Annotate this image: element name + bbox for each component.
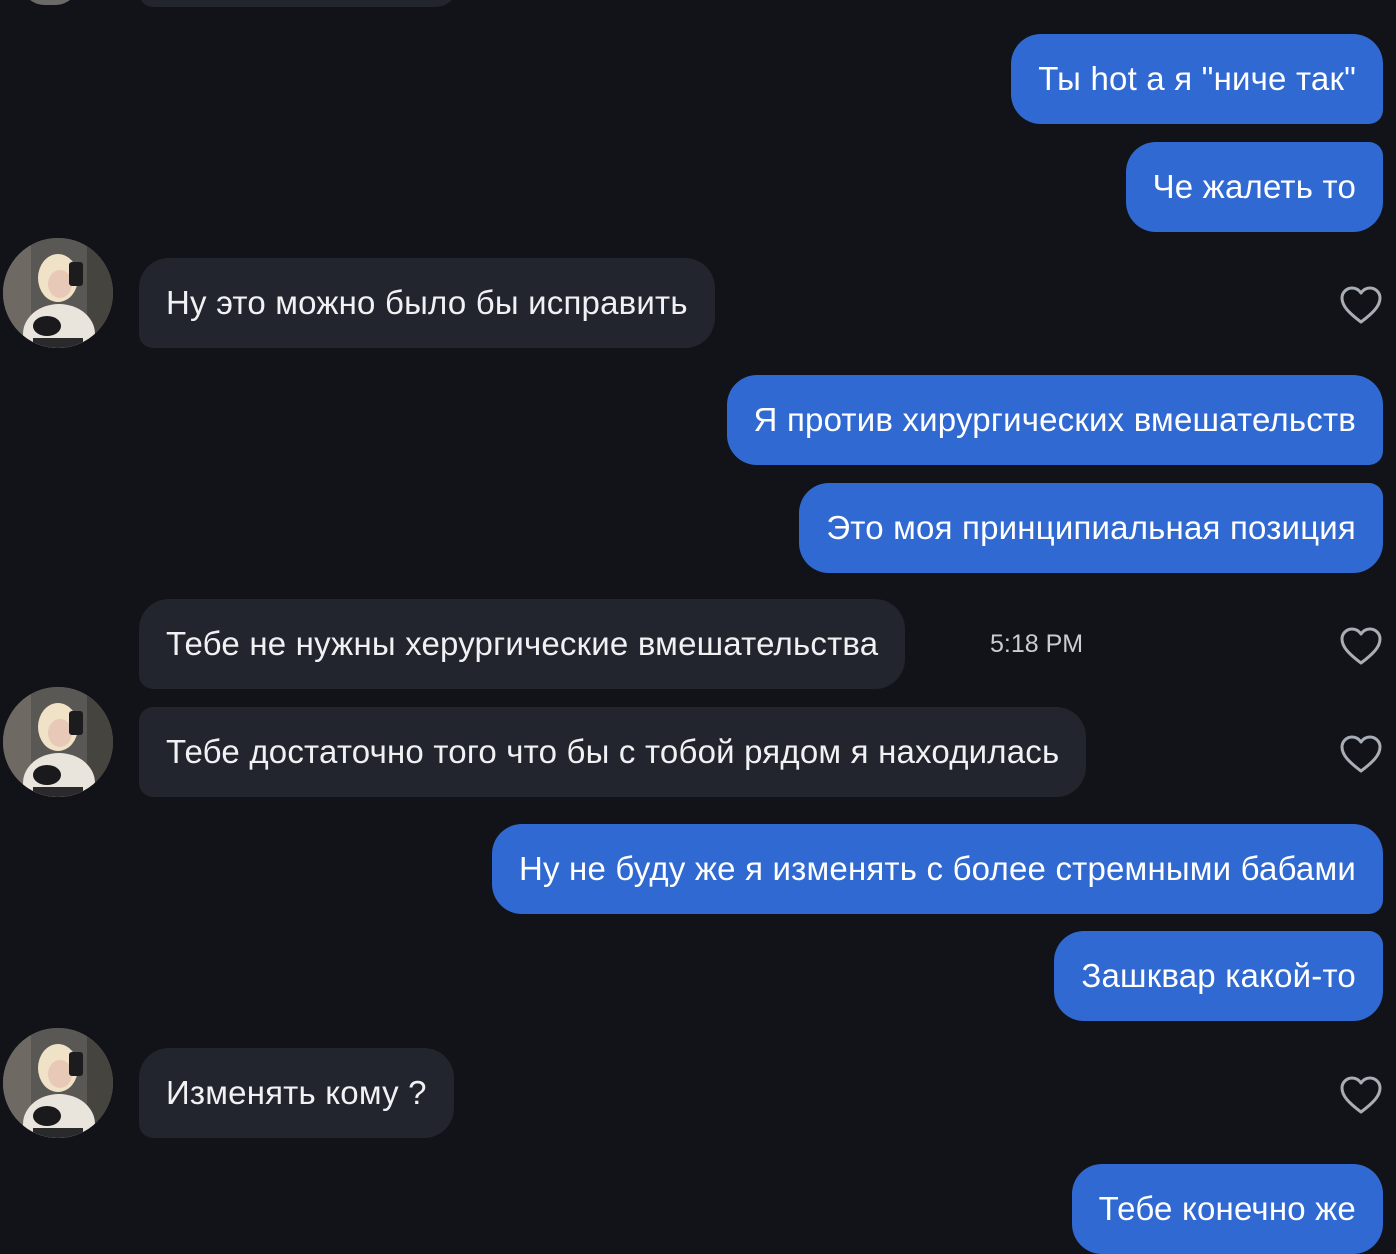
incoming-message-bubble[interactable]: Ну это можно было бы исправить <box>139 258 715 348</box>
outgoing-message-row: Это моя принципиальная позиция <box>0 483 1396 573</box>
contact-avatar[interactable] <box>3 687 113 797</box>
incoming-message-row: Ну это можно было бы исправить <box>0 238 1396 348</box>
incoming-message-bubble[interactable]: Тебе достаточно того что бы с тобой рядо… <box>139 707 1087 797</box>
outgoing-message-bubble[interactable]: Ты hot а я "ниче так" <box>1011 34 1383 124</box>
outgoing-message-row: Ну не буду же я изменять с более стремны… <box>0 824 1396 914</box>
outgoing-message-bubble[interactable]: Это моя принципиальная позиция <box>799 483 1383 573</box>
outgoing-message-row: Зашквар какой-то <box>0 931 1396 1021</box>
message-timestamp: 5:18 PM <box>990 630 1084 658</box>
contact-avatar[interactable] <box>3 238 113 348</box>
outgoing-message-row: Че жалеть то <box>0 142 1396 232</box>
incoming-message-row: Тебе не нужны херургические вмешательств… <box>0 599 1396 689</box>
outgoing-message-row: Ты hot а я "ниче так" <box>0 34 1396 124</box>
heart-outline-icon[interactable] <box>1339 1075 1383 1115</box>
incoming-message-row: Изменять кому ? <box>0 1028 1396 1138</box>
outgoing-message-row: Тебе конечно же <box>0 1164 1396 1254</box>
incoming-message-bubble[interactable]: Тебе не нужны херургические вмешательств… <box>139 599 906 689</box>
heart-outline-icon[interactable] <box>1339 285 1383 325</box>
outgoing-message-row: Я против хирургических вмешательств <box>0 375 1396 465</box>
outgoing-message-bubble[interactable]: Зашквар какой-то <box>1054 931 1383 1021</box>
message-bubble-partial <box>139 0 459 7</box>
incoming-message-row: Тебе достаточно того что бы с тобой рядо… <box>0 687 1396 797</box>
outgoing-message-bubble[interactable]: Че жалеть то <box>1125 142 1383 232</box>
avatar-partial <box>20 0 80 5</box>
heart-outline-icon[interactable] <box>1339 734 1383 774</box>
outgoing-message-bubble[interactable]: Я против хирургических вмешательств <box>726 375 1383 465</box>
outgoing-message-bubble[interactable]: Тебе конечно же <box>1071 1164 1383 1254</box>
chat-thread: Ты hot а я "ниче так" Че жалеть то Ну это … <box>0 0 1396 1254</box>
outgoing-message-bubble[interactable]: Ну не буду же я изменять с более стремны… <box>491 824 1383 914</box>
incoming-message-bubble[interactable]: Изменять кому ? <box>139 1048 454 1138</box>
contact-avatar[interactable] <box>3 1028 113 1138</box>
heart-outline-icon[interactable] <box>1339 626 1383 666</box>
